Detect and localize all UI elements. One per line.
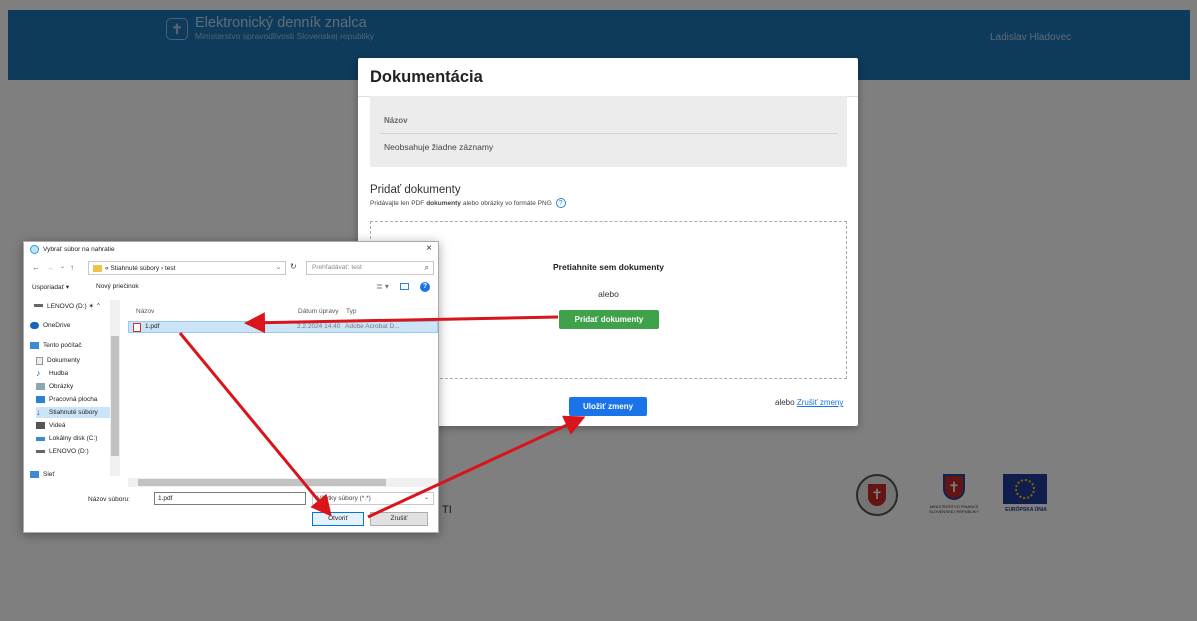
recent-locations-icon[interactable]: ⌄ xyxy=(60,263,65,270)
chevron-down-icon[interactable]: ⌄ xyxy=(424,493,429,504)
file-list-horizontal-scrollbar[interactable] xyxy=(128,478,438,487)
help-icon[interactable]: ? xyxy=(420,282,430,292)
nav-item-network[interactable]: Sieť xyxy=(30,470,116,478)
filename-input[interactable]: 1.pdf xyxy=(154,492,306,505)
filter-value: Všetky súbory (*.*) xyxy=(317,495,371,502)
document-icon xyxy=(36,356,43,365)
screenshot-stage: ✝ Elektronický denník znalca Ministerstv… xyxy=(0,0,1197,621)
dialog-nav-row: ← → ⌄ ↑ « Stiahnuté súbory › test ⌄ ↻ Pr… xyxy=(24,259,438,277)
nav-item-this-pc[interactable]: Tento počítač xyxy=(30,340,116,351)
table-header-name: Názov xyxy=(384,116,408,125)
music-note-icon: ♪ xyxy=(36,368,41,378)
documents-table: Názov Neobsahuje žiadne záznamy xyxy=(370,96,847,167)
cloud-icon xyxy=(30,322,39,329)
windows-drive-icon xyxy=(36,436,45,441)
cancel-changes-link[interactable]: Zrušiť zmeny xyxy=(797,398,844,407)
file-row-selected[interactable]: 1.pdf 2.2.2024 14:40 Adobe Acrobat D... xyxy=(128,321,438,333)
refresh-icon[interactable]: ↻ xyxy=(290,262,297,271)
column-name-header[interactable]: Názov xyxy=(136,308,154,315)
forward-arrow-icon[interactable]: → xyxy=(46,263,54,272)
table-header-divider xyxy=(380,133,838,134)
hint-text-start: Pridávajte len PDF xyxy=(370,199,425,207)
column-type-header[interactable]: Typ xyxy=(346,308,356,315)
drive-icon xyxy=(34,304,43,307)
nav-item-onedrive[interactable]: OneDrive xyxy=(30,320,116,331)
drive-icon xyxy=(36,450,45,453)
nav-item-lenovo-d-pinned[interactable]: LENOVO (D:) ✶ ⌃ xyxy=(34,300,120,311)
add-documents-title: Pridať dokumenty xyxy=(370,184,461,196)
table-empty-text: Neobsahuje žiadne záznamy xyxy=(384,142,494,152)
search-input[interactable]: Prehľadávať: test ⌕ xyxy=(306,261,434,275)
folder-icon xyxy=(93,264,102,272)
file-name: 1.pdf xyxy=(145,323,160,330)
file-dropzone[interactable]: Pretiahnite sem dokumenty alebo Pridať d… xyxy=(370,221,847,379)
back-arrow-icon[interactable]: ← xyxy=(32,263,40,272)
or-cancel-text: alebo xyxy=(775,398,795,407)
column-date-header[interactable]: Dátum úpravy xyxy=(298,308,338,315)
hint-text-end: alebo obrázky vo formáte PNG xyxy=(462,199,552,207)
dialog-title: Vybrať súbor na nahratie xyxy=(43,246,115,253)
dropzone-text: Pretiahnite sem dokumenty xyxy=(552,262,664,272)
desktop-icon xyxy=(36,396,45,403)
file-type-filter-select[interactable]: Všetky súbory (*.*) ⌄ xyxy=(312,492,434,505)
dialog-titlebar[interactable]: Vybrať súbor na nahratie xyxy=(30,245,115,254)
search-placeholder: Prehľadávať: test xyxy=(312,264,362,271)
new-folder-button[interactable]: Nový priečinok xyxy=(96,283,139,290)
network-icon xyxy=(30,470,39,478)
picture-icon xyxy=(36,383,45,390)
cancel-changes-wrap: alebo Zrušiť zmeny xyxy=(775,398,843,407)
chevron-down-icon[interactable]: ⌄ xyxy=(276,264,281,271)
organize-menu[interactable]: Usporiadať ▾ xyxy=(32,283,69,291)
scrollbar-thumb[interactable] xyxy=(138,479,386,486)
filename-label: Názov súboru: xyxy=(88,496,130,503)
dialog-toolbar: Usporiadať ▾ Nový priečinok ≣ ▾ ? xyxy=(24,280,438,296)
file-type: Adobe Acrobat D... xyxy=(345,323,400,330)
nav-item-downloads[interactable]: ↓ Stiahnuté súbory xyxy=(36,407,110,418)
add-documents-button[interactable]: Pridať dokumenty xyxy=(559,310,659,329)
preview-pane-icon[interactable] xyxy=(400,283,409,290)
dialog-cancel-button[interactable]: Zrušiť xyxy=(370,512,428,526)
navigation-pane: LENOVO (D:) ✶ ⌃ OneDrive Tento počítač D… xyxy=(24,298,120,488)
nav-pane-scrollbar[interactable] xyxy=(110,300,120,476)
file-list-header: Názov Dátum úpravy Typ xyxy=(128,308,438,320)
open-button[interactable]: Otvoriť xyxy=(312,512,364,526)
save-changes-button[interactable]: Uložiť zmeny xyxy=(569,397,647,416)
pdf-file-icon xyxy=(133,323,141,332)
address-bar[interactable]: « Stiahnuté súbory › test ⌄ xyxy=(88,261,286,275)
hint-text-bold: dokumenty xyxy=(426,199,461,207)
close-icon[interactable]: × xyxy=(426,243,432,254)
modal-title: Dokumentácia xyxy=(370,68,483,86)
scrollbar-thumb[interactable] xyxy=(111,336,119,456)
file-open-dialog: Vybrať súbor na nahratie × ← → ⌄ ↑ « Sti… xyxy=(23,241,439,533)
help-icon[interactable]: ? xyxy=(555,198,566,208)
dropzone-or-text: alebo xyxy=(598,289,619,299)
view-options-icon[interactable]: ≣ ▾ xyxy=(376,282,389,291)
add-documents-hint: Pridávajte len PDF dokumenty alebo obráz… xyxy=(370,198,566,208)
up-arrow-icon[interactable]: ↑ xyxy=(70,263,74,272)
download-arrow-icon: ↓ xyxy=(36,407,41,417)
computer-icon xyxy=(30,342,39,349)
internet-explorer-icon xyxy=(30,245,39,254)
address-path: « Stiahnuté súbory › test xyxy=(105,264,176,272)
search-icon[interactable]: ⌕ xyxy=(425,262,429,274)
file-date: 2.2.2024 14:40 xyxy=(297,323,341,330)
video-icon xyxy=(36,422,45,429)
